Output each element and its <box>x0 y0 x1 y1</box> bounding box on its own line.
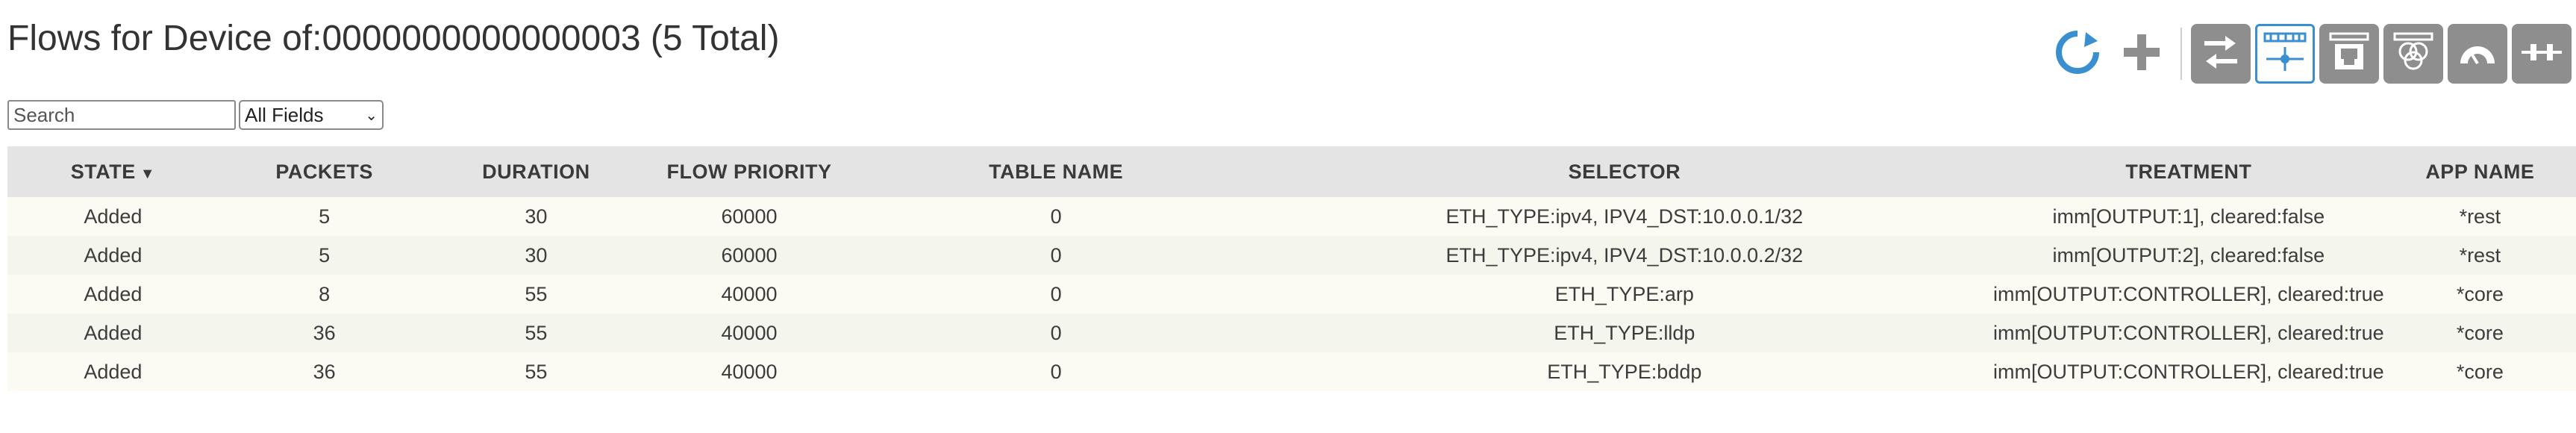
cell-packets: 36 <box>218 314 431 352</box>
cell-selector: ETH_TYPE:ipv4, IPV4_DST:10.0.0.2/32 <box>1255 236 1994 275</box>
switch-view-icon <box>2198 30 2243 78</box>
table-row[interactable]: Added 5 30 60000 0 ETH_TYPE:ipv4, IPV4_D… <box>7 197 2576 236</box>
column-header-priority[interactable]: FLOW PRIORITY <box>642 146 857 197</box>
meters-view-icon <box>2454 29 2501 79</box>
cell-duration: 30 <box>430 236 643 275</box>
cell-packets: 8 <box>218 275 431 314</box>
toolbar <box>2043 21 2572 87</box>
cell-table-name: 0 <box>856 314 1256 352</box>
cell-state: Added <box>7 197 219 236</box>
flows-view-button[interactable] <box>2255 24 2315 84</box>
cell-duration: 55 <box>430 275 643 314</box>
column-header-treatment[interactable]: TREATMENT <box>1993 146 2384 197</box>
pipeconf-view-button[interactable] <box>2512 24 2572 84</box>
search-input[interactable] <box>7 100 236 130</box>
flows-view-icon <box>2260 28 2310 81</box>
cell-packets: 36 <box>218 352 431 391</box>
cell-selector: ETH_TYPE:ipv4, IPV4_DST:10.0.0.1/32 <box>1255 197 1994 236</box>
groups-view-icon <box>2390 29 2436 79</box>
column-header-app-name[interactable]: APP NAME <box>2383 146 2576 197</box>
cell-priority: 40000 <box>642 275 857 314</box>
cell-app-name: *rest <box>2383 197 2576 236</box>
cell-table-name: 0 <box>856 236 1256 275</box>
cell-priority: 40000 <box>642 352 857 391</box>
column-header-table-name[interactable]: TABLE NAME <box>856 146 1256 197</box>
table-row[interactable]: Added 8 55 40000 0 ETH_TYPE:arp imm[OUTP… <box>7 275 2576 314</box>
cell-app-name: *core <box>2383 314 2576 352</box>
column-header-state[interactable]: STATE ▼ <box>7 146 219 197</box>
cell-selector: ETH_TYPE:bddp <box>1255 352 1994 391</box>
column-header-label: STATE <box>70 160 136 183</box>
chevron-down-icon: ⌄ <box>365 107 378 124</box>
refresh-button[interactable] <box>2048 24 2107 84</box>
cell-treatment: imm[OUTPUT:1], cleared:false <box>1993 197 2384 236</box>
add-flow-button[interactable] <box>2112 24 2172 84</box>
cell-state: Added <box>7 352 219 391</box>
cell-packets: 5 <box>218 236 431 275</box>
table-row[interactable]: Added 5 30 60000 0 ETH_TYPE:ipv4, IPV4_D… <box>7 236 2576 275</box>
cell-treatment: imm[OUTPUT:2], cleared:false <box>1993 236 2384 275</box>
cell-selector: ETH_TYPE:arp <box>1255 275 1994 314</box>
column-header-duration[interactable]: DURATION <box>430 146 643 197</box>
cell-selector: ETH_TYPE:lldp <box>1255 314 1994 352</box>
cell-priority: 40000 <box>642 314 857 352</box>
toolbar-separator <box>2180 28 2182 80</box>
refresh-icon <box>2051 26 2104 82</box>
cell-app-name: *core <box>2383 352 2576 391</box>
cell-state: Added <box>7 275 219 314</box>
cell-duration: 30 <box>430 197 643 236</box>
cell-table-name: 0 <box>856 275 1256 314</box>
cell-duration: 55 <box>430 352 643 391</box>
search-field-selected: All Fields <box>245 103 324 126</box>
search-bar: All Fields ⌄ <box>7 100 384 130</box>
cell-priority: 60000 <box>642 197 857 236</box>
groups-view-button[interactable] <box>2383 24 2443 84</box>
cell-table-name: 0 <box>856 197 1256 236</box>
cell-treatment: imm[OUTPUT:CONTROLLER], cleared:true <box>1993 275 2384 314</box>
sort-descending-icon: ▼ <box>140 165 156 182</box>
column-header-selector[interactable]: SELECTOR <box>1255 146 1994 197</box>
flows-table: STATE ▼ PACKETS DURATION FLOW PRIORITY TA… <box>7 146 2576 391</box>
cell-state: Added <box>7 314 219 352</box>
cell-state: Added <box>7 236 219 275</box>
cell-app-name: *rest <box>2383 236 2576 275</box>
cell-packets: 5 <box>218 197 431 236</box>
cell-priority: 60000 <box>642 236 857 275</box>
cell-app-name: *core <box>2383 275 2576 314</box>
table-row[interactable]: Added 36 55 40000 0 ETH_TYPE:bddp imm[OU… <box>7 352 2576 391</box>
cell-table-name: 0 <box>856 352 1256 391</box>
ports-view-button[interactable] <box>2319 24 2379 84</box>
meters-view-button[interactable] <box>2448 24 2507 84</box>
cell-treatment: imm[OUTPUT:CONTROLLER], cleared:true <box>1993 352 2384 391</box>
page-title: Flows for Device of:0000000000000003 (5 … <box>7 19 780 58</box>
ports-view-icon <box>2326 29 2372 79</box>
switch-view-button[interactable] <box>2191 24 2251 84</box>
search-field-select[interactable]: All Fields ⌄ <box>239 100 384 130</box>
column-header-packets[interactable]: PACKETS <box>218 146 431 197</box>
cell-duration: 55 <box>430 314 643 352</box>
table-header-row: STATE ▼ PACKETS DURATION FLOW PRIORITY TA… <box>7 146 2576 197</box>
flows-page: Flows for Device of:0000000000000003 (5 … <box>0 0 2576 433</box>
cell-treatment: imm[OUTPUT:CONTROLLER], cleared:true <box>1993 314 2384 352</box>
pipeconf-view-icon <box>2519 29 2565 79</box>
add-flow-icon <box>2119 30 2164 78</box>
table-row[interactable]: Added 36 55 40000 0 ETH_TYPE:lldp imm[OU… <box>7 314 2576 352</box>
